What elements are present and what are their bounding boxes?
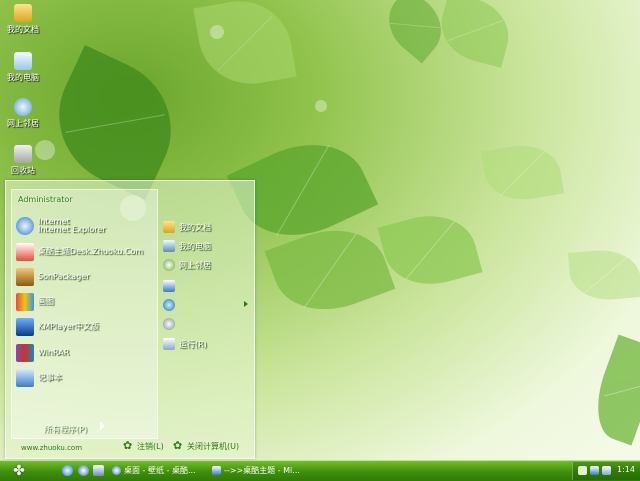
quicklaunch-desktop-icon[interactable] xyxy=(93,465,104,476)
leaf-decoration xyxy=(193,0,297,93)
connect-icon xyxy=(163,299,175,311)
desktop-icon-my-documents[interactable]: 我的文档 xyxy=(2,4,44,35)
task-label: 桌面 - 壁纸 - 桌酷... xyxy=(124,466,196,475)
place-network[interactable]: 网上邻居 xyxy=(163,257,211,273)
chevron-left-icon[interactable] xyxy=(578,466,587,475)
place-my-computer[interactable]: 我的电脑 xyxy=(163,238,211,254)
bokeh-light xyxy=(315,100,327,112)
desktop-icon-recycle-bin[interactable]: 回收站 xyxy=(2,145,44,176)
leaf-decoration xyxy=(584,334,640,446)
program-winrar[interactable]: WinRAR xyxy=(16,343,69,363)
packager-icon xyxy=(16,268,34,286)
shutdown-button[interactable]: 关闭计算机(U) xyxy=(173,439,240,452)
place-my-documents[interactable]: 我的文档 xyxy=(163,219,211,235)
leaf-decoration xyxy=(567,247,640,303)
desktop-icon-label: 网上邻居 xyxy=(7,119,39,128)
shutdown-icon xyxy=(173,439,184,452)
place-label: 运行(R) xyxy=(179,339,207,349)
place-label: 网上邻居 xyxy=(179,260,211,270)
volume-tray-icon[interactable] xyxy=(602,466,611,475)
paint-icon xyxy=(16,293,34,311)
program-notepad[interactable]: 记事本 xyxy=(16,368,62,388)
winrar-icon xyxy=(16,344,34,362)
submenu-arrow-icon xyxy=(244,301,248,307)
taskbar-button-theme[interactable]: -->>桌酷主题 - Mi... xyxy=(208,463,308,478)
kmplayer-icon xyxy=(16,318,34,336)
leaf-decoration xyxy=(377,204,483,296)
quicklaunch-browser-icon[interactable] xyxy=(78,465,89,476)
start-button[interactable]: ✤ xyxy=(4,462,34,480)
notepad-icon xyxy=(16,369,34,387)
program-internet-explorer[interactable]: Internet Internet Explorer xyxy=(16,216,106,236)
document-window-icon xyxy=(212,466,221,475)
program-theme[interactable]: 桌酷主题Desk.Zhuoku.Com xyxy=(16,242,143,262)
place-run[interactable]: 运行(R) xyxy=(163,336,207,352)
computer-icon xyxy=(163,240,175,252)
taskbar-button-desktop[interactable]: 桌面 - 壁纸 - 桌酷... xyxy=(108,463,208,478)
desktop-icon-label: 回收站 xyxy=(11,166,35,175)
logoff-label: 注销(L) xyxy=(137,442,164,451)
all-programs-button[interactable]: 所有程序(P) xyxy=(44,424,87,435)
taskbar: ✤ 桌面 - 壁纸 - 桌酷... -->>桌酷主题 - Mi... 1:14 xyxy=(0,460,640,481)
documents-icon xyxy=(163,221,175,233)
program-label: 记事本 xyxy=(38,373,62,382)
desktop-icon-label: 我的文档 xyxy=(7,25,39,34)
leaf-decoration xyxy=(433,0,517,69)
task-label: -->>桌酷主题 - Mi... xyxy=(224,466,300,475)
place-search[interactable] xyxy=(163,316,179,332)
desktop-icon-my-computer[interactable]: 我的电脑 xyxy=(2,52,44,83)
place-control-panel[interactable] xyxy=(163,278,179,294)
run-icon xyxy=(163,338,175,350)
program-label: 画图 xyxy=(38,297,54,306)
website-link[interactable]: www.zhuoku.com xyxy=(21,444,82,452)
program-paint[interactable]: 画图 xyxy=(16,292,54,312)
program-label: KMPlayer中文版 xyxy=(38,322,100,331)
shutdown-label: 关闭计算机(U) xyxy=(187,442,240,451)
theme-icon xyxy=(16,243,34,261)
leaf-decoration xyxy=(480,138,565,207)
network-tray-icon[interactable] xyxy=(590,466,599,475)
program-label: 桌酷主题Desk.Zhuoku.Com xyxy=(38,247,144,256)
place-label: 我的电脑 xyxy=(179,241,211,251)
bokeh-light xyxy=(210,25,224,39)
my-documents-icon xyxy=(14,4,32,22)
internet-explorer-icon xyxy=(16,217,34,235)
all-programs-arrow-icon xyxy=(100,422,105,430)
desktop-icon-network[interactable]: 网上邻居 xyxy=(2,98,44,129)
logoff-button[interactable]: 注销(L) xyxy=(123,439,164,452)
browser-window-icon xyxy=(112,466,121,475)
quicklaunch-ie-icon[interactable] xyxy=(62,465,73,476)
leaf-decoration xyxy=(36,45,194,200)
desktop-icon-label: 我的电脑 xyxy=(7,73,39,82)
user-name: Administrator xyxy=(18,195,73,204)
network-places-icon xyxy=(163,259,175,271)
network-icon xyxy=(14,98,32,116)
logoff-icon xyxy=(123,439,134,452)
program-sonpackager[interactable]: SonPackager xyxy=(16,267,90,287)
program-kmplayer[interactable]: KMPlayer中文版 xyxy=(16,317,99,337)
program-label: SonPackager xyxy=(38,272,90,281)
my-computer-icon xyxy=(14,52,32,70)
recycle-bin-icon xyxy=(14,145,32,163)
control-panel-icon xyxy=(163,280,175,292)
clock[interactable]: 1:14 xyxy=(617,465,635,474)
program-label: WinRAR xyxy=(38,348,70,357)
clover-start-icon: ✤ xyxy=(13,463,25,479)
start-menu: Administrator Internet Internet Explorer… xyxy=(5,180,255,459)
place-connect[interactable] xyxy=(163,297,179,313)
search-icon xyxy=(163,318,175,330)
place-label: 我的文档 xyxy=(179,222,211,232)
program-sublabel: Internet Explorer xyxy=(38,225,106,234)
